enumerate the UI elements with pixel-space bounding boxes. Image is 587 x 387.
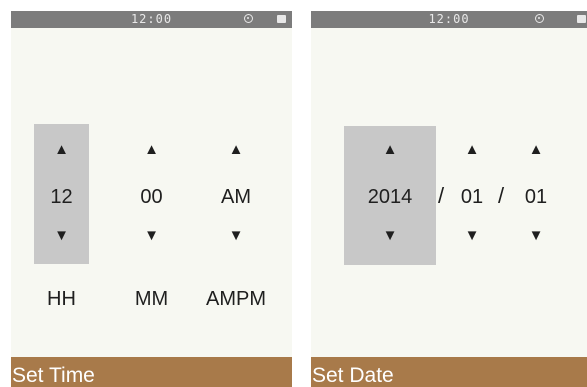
footer-bar: Set Date (311, 357, 587, 387)
hour-down-arrow[interactable]: ▼ (34, 228, 89, 243)
minute-label: MM (134, 288, 169, 310)
footer-bar: Set Time (11, 357, 292, 387)
battery-icon (577, 15, 586, 23)
ampm-column[interactable]: ▲ AM ▼ (208, 124, 264, 264)
hour-column[interactable]: ▲ 12 ▼ (34, 124, 89, 264)
day-column[interactable]: ▲ 01 ▼ (516, 126, 556, 265)
minute-up-arrow[interactable]: ▲ (124, 142, 179, 157)
month-up-arrow[interactable]: ▲ (452, 142, 492, 157)
year-column[interactable]: ▲ 2014 ▼ (344, 126, 436, 265)
set-date-screen: 12:00 ▲ 2014 ▼ / ▲ 01 ▼ / ▲ 01 ▼ Set Dat… (311, 11, 587, 387)
status-bar: 12:00 (311, 11, 587, 28)
ampm-up-arrow[interactable]: ▲ (208, 142, 264, 157)
month-down-arrow[interactable]: ▼ (452, 228, 492, 243)
month-column[interactable]: ▲ 01 ▼ (452, 126, 492, 265)
hour-label: HH (47, 288, 76, 310)
minute-down-arrow[interactable]: ▼ (124, 228, 179, 243)
minute-column[interactable]: ▲ 00 ▼ (124, 124, 179, 264)
status-bar: 12:00 (11, 11, 292, 28)
ampm-down-arrow[interactable]: ▼ (208, 228, 264, 243)
month-value: 01 (460, 186, 484, 208)
year-down-arrow[interactable]: ▼ (344, 228, 436, 243)
hour-value: 12 (50, 186, 73, 208)
date-separator: / (498, 183, 505, 208)
year-value: 2014 (367, 186, 413, 208)
day-down-arrow[interactable]: ▼ (516, 228, 556, 243)
ampm-value: AM (221, 186, 251, 208)
day-up-arrow[interactable]: ▲ (516, 142, 556, 157)
hour-up-arrow[interactable]: ▲ (34, 142, 89, 157)
ampm-label: AMPM (206, 288, 266, 310)
footer-title: Set Date (312, 364, 394, 387)
year-up-arrow[interactable]: ▲ (344, 142, 436, 157)
day-value: 01 (524, 186, 548, 208)
wifi-icon (535, 14, 544, 23)
battery-icon (277, 15, 286, 23)
status-clock: 12:00 (428, 12, 470, 26)
set-time-screen: 12:00 ▲ 12 ▼ ▲ 00 ▼ ▲ AM ▼ HH MM AMPM Se… (11, 11, 292, 387)
wifi-icon (244, 14, 253, 23)
footer-title: Set Time (12, 364, 95, 387)
minute-value: 00 (140, 186, 163, 208)
date-separator: / (438, 183, 445, 208)
